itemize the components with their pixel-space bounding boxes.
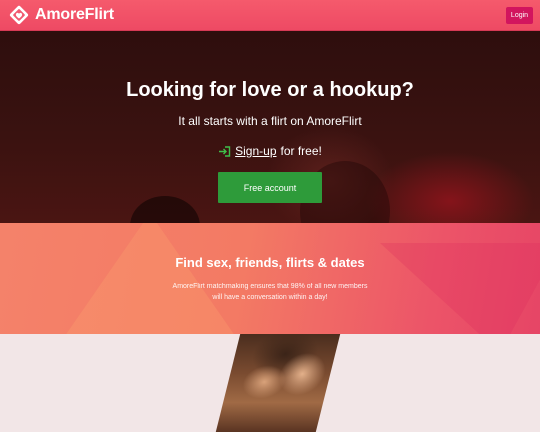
signup-link[interactable]: Sign-up [235, 144, 276, 158]
features-section: Find sex, friends, flirts & dates AmoreF… [0, 223, 540, 334]
hero-title: Looking for love or a hookup? [126, 79, 414, 101]
brand-name: AmoreFlirt [35, 6, 114, 23]
features-title: Find sex, friends, flirts & dates [175, 255, 365, 270]
login-button[interactable]: Login [506, 7, 533, 24]
top-navbar: AmoreFlirt Login [0, 0, 540, 31]
signup-suffix: for free! [280, 144, 322, 158]
heart-diamond-icon [9, 5, 29, 25]
hero-background-image [130, 196, 200, 223]
features-description: AmoreFlirt matchmaking ensures that 98% … [172, 283, 368, 301]
sign-in-arrow-icon [219, 145, 231, 157]
photo-section [0, 334, 540, 432]
couple-photo [215, 334, 341, 432]
decorative-triangle [60, 223, 240, 334]
hero-subtitle: It all starts with a flirt on AmoreFlirt [178, 114, 362, 128]
signup-row: Sign-up for free! [0, 144, 540, 158]
free-account-button[interactable]: Free account [218, 172, 322, 203]
brand-logo-link[interactable]: AmoreFlirt [8, 4, 114, 26]
hero-section: Looking for love or a hookup? It all sta… [0, 31, 540, 223]
